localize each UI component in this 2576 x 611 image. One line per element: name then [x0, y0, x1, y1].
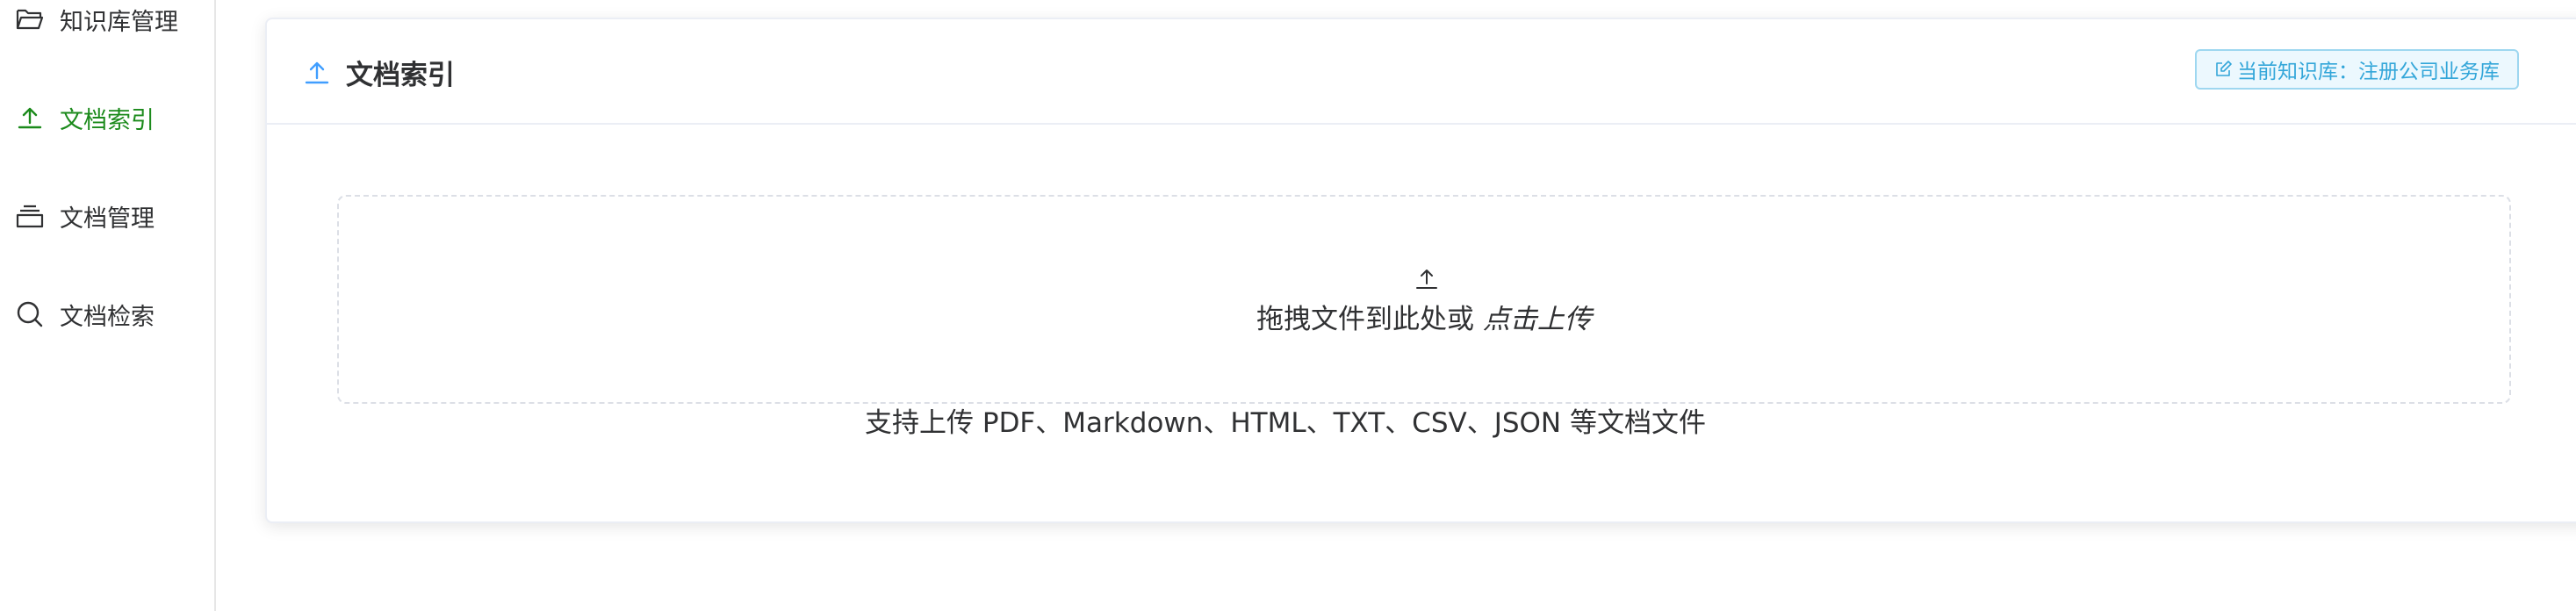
sidebar-item-label: 知识库管理: [60, 8, 178, 36]
upload-click-link[interactable]: 点击上传: [1483, 304, 1592, 335]
doc-index-card: 文档索引 当前知识库：注册公司业务库 拖拽文件到此处或 点击上传 支持上传 PD…: [265, 18, 2576, 523]
upload-text: 拖拽文件到此处或 点击上传: [339, 297, 2509, 336]
folder-open-icon: [14, 4, 46, 35]
sidebar: 知识库管理 文档索引 文档管理 文档检索: [0, 0, 216, 611]
upload-drag-text: 拖拽文件到此处或: [1256, 304, 1475, 335]
upload-dropzone[interactable]: 拖拽文件到此处或 点击上传: [337, 195, 2511, 404]
card-title: 文档索引: [304, 19, 455, 125]
card-header: 文档索引 当前知识库：注册公司业务库: [267, 19, 2576, 125]
sidebar-item-knowledge-base[interactable]: 知识库管理: [0, 0, 214, 68]
upload-icon: [304, 59, 330, 85]
edit-icon: [2214, 61, 2232, 78]
card-title-text: 文档索引: [346, 59, 455, 91]
sidebar-item-doc-manage[interactable]: 文档管理: [0, 167, 214, 265]
upload-tip: 支持上传 PDF、Markdown、HTML、TXT、CSV、JSON 等文档文…: [865, 407, 1706, 439]
search-icon: [14, 298, 46, 330]
stack-icon: [14, 200, 46, 232]
current-kb-label: 当前知识库：注册公司业务库: [2237, 61, 2500, 83]
current-kb-tag: 当前知识库：注册公司业务库: [2195, 49, 2519, 90]
sidebar-item-label: 文档管理: [60, 205, 155, 233]
sidebar-item-doc-index[interactable]: 文档索引: [0, 68, 214, 167]
upload-icon: [1415, 267, 1438, 290]
sidebar-item-label: 文档检索: [60, 303, 155, 331]
sidebar-item-label: 文档索引: [60, 106, 155, 134]
upload-icon: [14, 102, 46, 133]
sidebar-item-doc-search[interactable]: 文档检索: [0, 265, 214, 363]
